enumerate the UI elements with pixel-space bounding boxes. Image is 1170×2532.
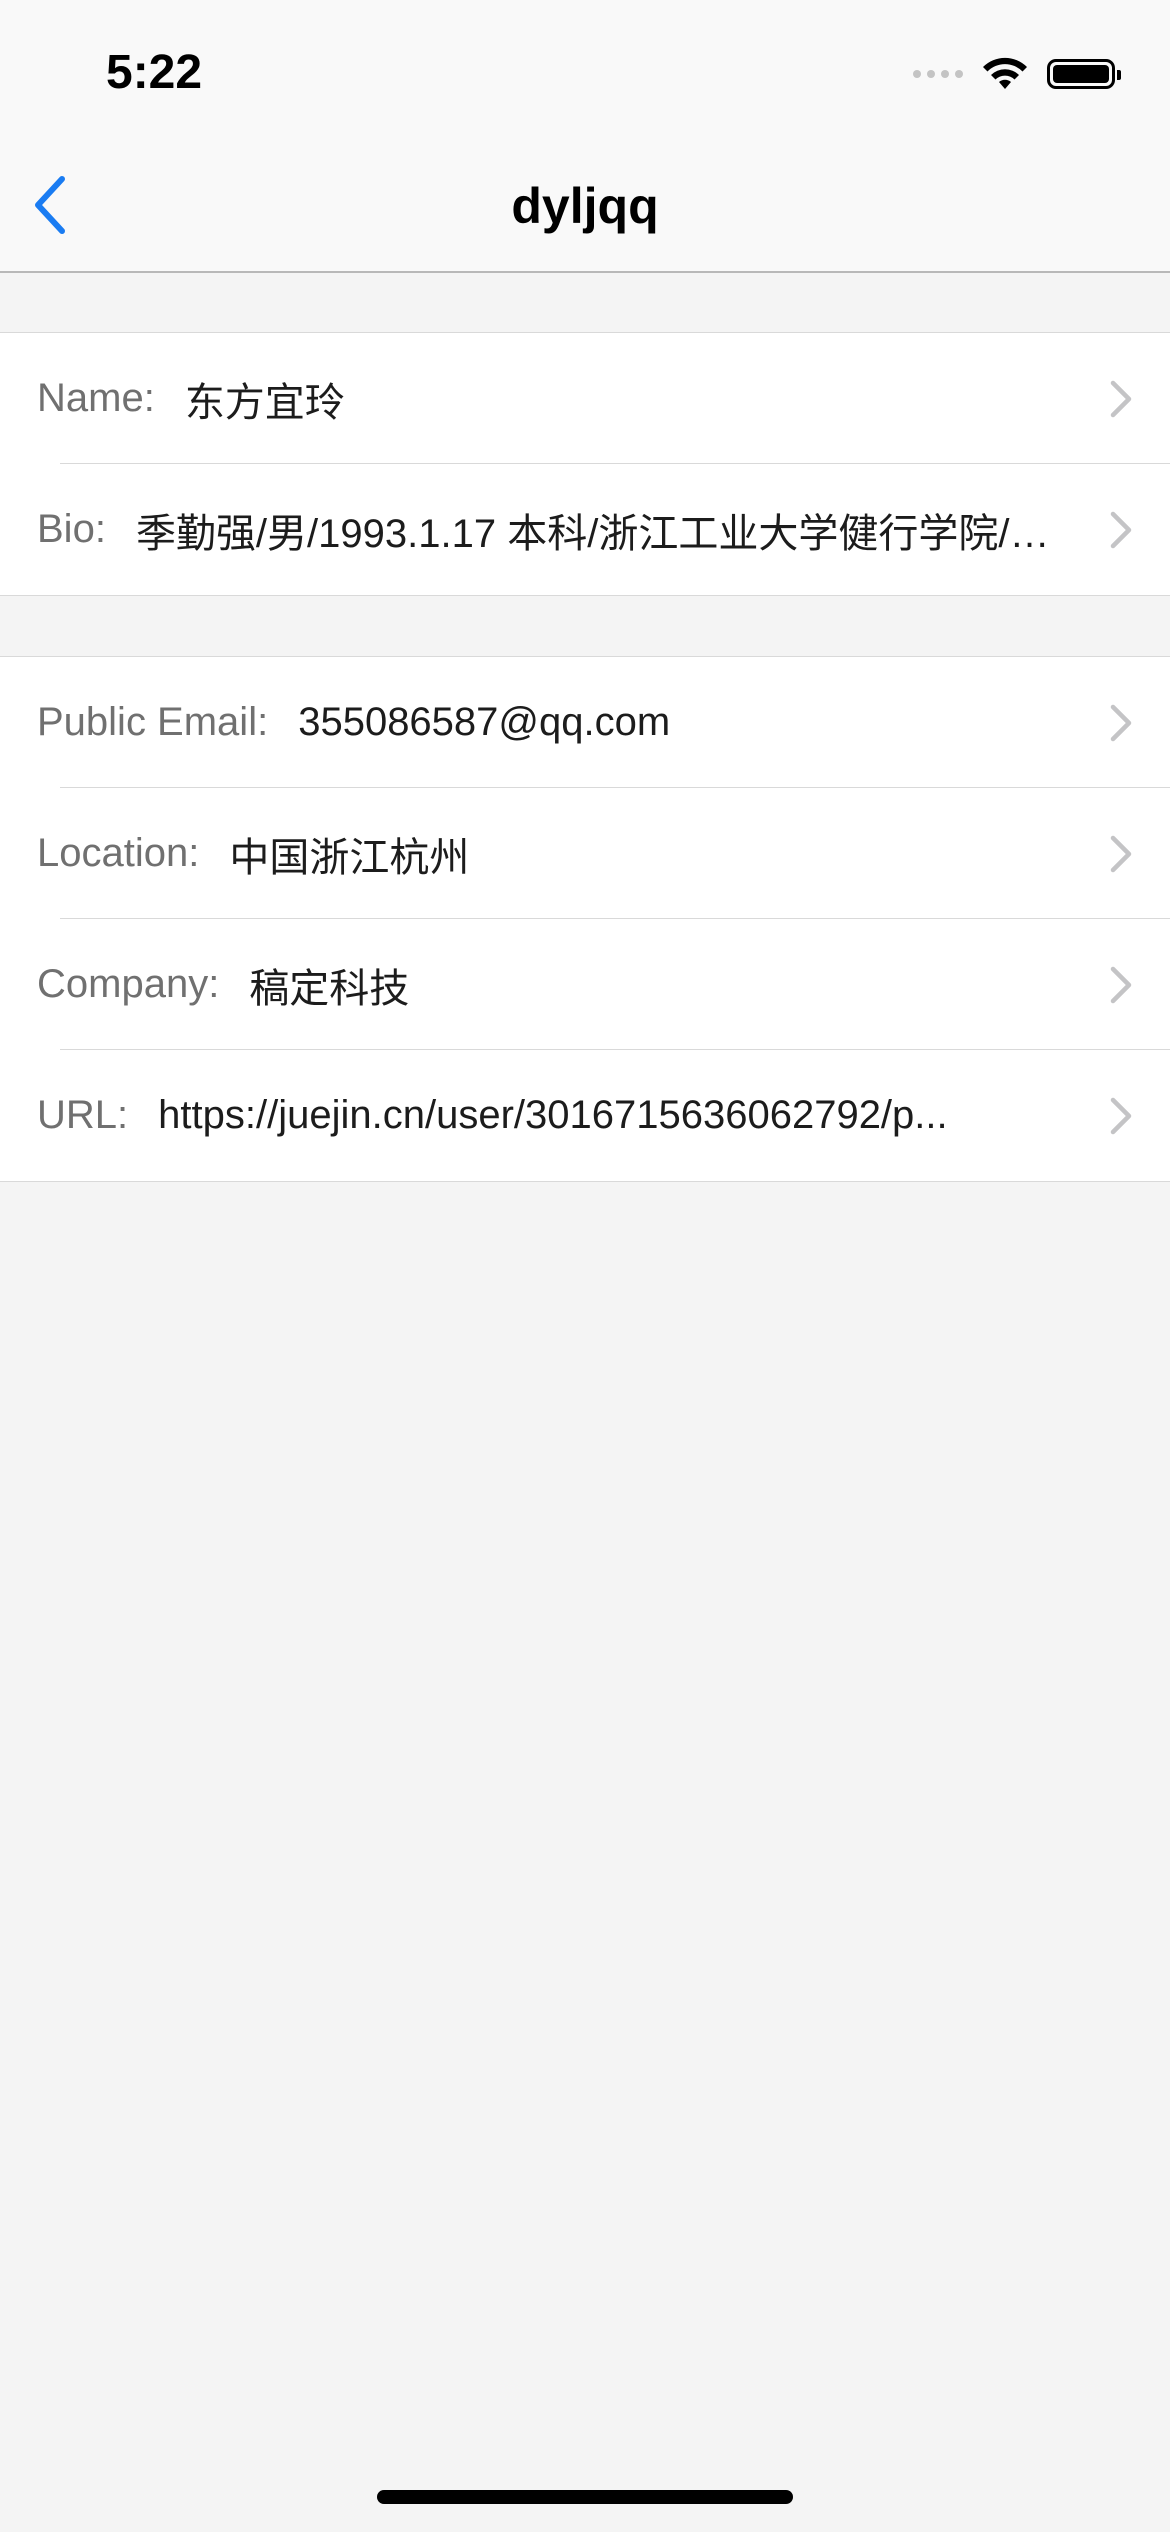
chevron-right-icon xyxy=(1110,1097,1132,1134)
cellular-signal-icon xyxy=(913,70,963,78)
home-indicator xyxy=(377,2490,793,2504)
chevron-right-icon xyxy=(1110,835,1132,872)
row-label: Location: xyxy=(37,831,200,875)
row-label: Public Email: xyxy=(37,700,269,744)
profile-row-name[interactable]: Name: 东方宜玲 xyxy=(0,333,1170,464)
row-value: https://juejin.cn/user/3016715636062792/… xyxy=(158,1093,948,1137)
chevron-right-icon xyxy=(1110,380,1132,417)
row-label: Name: xyxy=(37,376,155,420)
chevron-right-icon xyxy=(1110,511,1132,548)
navigation-bar: 5:22 dyljqq xyxy=(0,0,1170,273)
row-value: 东方宜玲 xyxy=(184,380,345,425)
status-icons xyxy=(913,52,1121,96)
profile-row-location[interactable]: Location: 中国浙江杭州 xyxy=(0,787,1170,919)
row-value: 季勤强/男/1993.1.17 本科/浙江工业大学健行学院/2015 xyxy=(135,511,1060,556)
profile-row-public-email[interactable]: Public Email: 355086587@qq.com xyxy=(0,657,1170,788)
profile-contact-section: Public Email: 355086587@qq.com Location:… xyxy=(0,656,1170,1182)
page-title: dyljqq xyxy=(511,178,659,234)
profile-basic-section: Name: 东方宜玲 Bio: 季勤强/男/1993.1.17 本科/浙江工业大… xyxy=(0,332,1170,596)
chevron-right-icon xyxy=(1110,966,1132,1003)
row-value: 355086587@qq.com xyxy=(298,700,671,744)
row-label: URL: xyxy=(37,1093,129,1137)
status-time: 5:22 xyxy=(106,46,203,99)
wifi-icon xyxy=(983,57,1027,89)
profile-row-bio[interactable]: Bio: 季勤强/男/1993.1.17 本科/浙江工业大学健行学院/2015 xyxy=(0,463,1170,595)
profile-row-url[interactable]: URL: https://juejin.cn/user/301671563606… xyxy=(0,1049,1170,1181)
profile-row-company[interactable]: Company: 稿定科技 xyxy=(0,918,1170,1050)
row-value: 中国浙江杭州 xyxy=(229,835,470,880)
chevron-right-icon xyxy=(1110,704,1132,741)
row-label: Company: xyxy=(37,962,220,1006)
row-value: 稿定科技 xyxy=(249,966,410,1011)
row-label: Bio: xyxy=(37,507,106,551)
battery-icon xyxy=(1047,59,1121,89)
